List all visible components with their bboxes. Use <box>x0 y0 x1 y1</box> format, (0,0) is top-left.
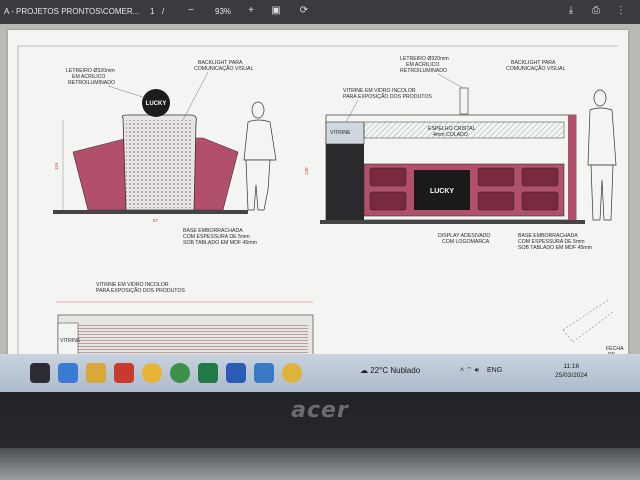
drawing-sheet: LUCKY 115 87 LETREIRO Ø320mm EM ACRILICO… <box>8 30 628 360</box>
page-separator: / <box>162 7 165 16</box>
network-icon[interactable]: ⌔ <box>466 367 473 374</box>
tray-chevron-icon[interactable]: ˄ <box>460 367 464 374</box>
document-title: A - PROJETOS PRONTOS\COMER... <box>4 7 140 16</box>
left-height-dim: 115 <box>54 162 59 170</box>
cloud-icon: ☁ <box>360 366 368 375</box>
right-base <box>320 220 585 224</box>
rotate-icon[interactable]: ⟳ <box>298 5 310 17</box>
right-elevation: VITRINE ESPELHO CRISTAL 4mm COLADO LUCKY… <box>304 56 617 251</box>
right-base-label-3: SOB TABLADO EM MDF 45mm <box>518 245 592 251</box>
chrome-icon[interactable] <box>142 363 162 383</box>
laptop-screen: A - PROJETOS PRONTOS\COMER... 1 / − 93% … <box>0 0 640 392</box>
zoom-in-icon[interactable]: + <box>245 5 257 17</box>
fit-page-icon[interactable]: ▣ <box>270 5 282 17</box>
task-view-icon[interactable] <box>30 363 50 383</box>
left-backlight-label-2: COMUNICAÇÃO VISUAL <box>194 65 253 72</box>
right-mirror-label-2: 4mm COLADO <box>433 132 468 138</box>
right-sign-label-3: RETROILUMINADO <box>400 68 447 74</box>
excel-icon[interactable] <box>198 363 218 383</box>
right-side-pillar <box>568 115 576 220</box>
left-base <box>53 210 248 214</box>
store-icon[interactable] <box>254 363 274 383</box>
right-display-label-2: COM LOGOMARCA <box>442 239 490 245</box>
bottom-plan: VITRINE EM VIDRO INCOLOR PARA EXPOSIÇÃO … <box>56 282 624 360</box>
right-sign-box <box>459 87 469 115</box>
zoom-out-icon[interactable]: − <box>185 5 197 17</box>
bottom-vitrine-text: VITRINE <box>60 338 81 344</box>
left-elevation: LUCKY 115 87 LETREIRO Ø320mm EM ACRILICO… <box>53 60 277 246</box>
volume-icon[interactable]: 🔊︎ <box>475 367 479 374</box>
left-base-label-3: SOB TABLADO EM MDF 45mm <box>183 240 257 246</box>
clock[interactable]: 11:16 25/03/2024 <box>555 362 588 380</box>
right-backlight-label-2: COMUNICAÇÃO VISUAL <box>506 65 565 72</box>
language-indicator[interactable]: ENG <box>487 367 502 374</box>
weather-widget[interactable]: ☁ 22°C Nublado <box>360 366 420 375</box>
print-icon[interactable]: ⎙ <box>590 5 602 17</box>
female-figure <box>243 101 277 211</box>
weather-text: Nublado <box>390 366 421 375</box>
weather-temp: 22°C <box>370 366 389 375</box>
zoom-level[interactable]: 93% <box>215 7 231 16</box>
laptop-body: A - PROJETOS PRONTOS\COMER... 1 / − 93% … <box>0 0 640 480</box>
male-figure <box>587 89 617 221</box>
more-options-icon[interactable]: ⋮ <box>615 5 627 17</box>
left-perforated-panel <box>126 120 192 208</box>
left-width-dim: 87 <box>153 218 159 223</box>
right-dark-cabinet <box>326 144 364 220</box>
chrome-alt-icon[interactable] <box>282 363 302 383</box>
right-logo-text: LUCKY <box>430 188 454 195</box>
word-icon[interactable] <box>226 363 246 383</box>
pdf-toolbar: A - PROJETOS PRONTOS\COMER... 1 / − 93% … <box>0 0 640 24</box>
floor-plan-drawing: LUCKY 115 87 LETREIRO Ø320mm EM ACRILICO… <box>17 45 624 360</box>
pdf-app-icon[interactable] <box>114 363 134 383</box>
door-swing <box>562 299 614 343</box>
system-tray: ˄ ⌔ 🔊︎ ENG <box>460 366 502 375</box>
clock-time: 11:16 <box>563 363 580 370</box>
windows-taskbar: ☁ 22°C Nublado ˄ ⌔ 🔊︎ ENG 11:16 25/03/20… <box>0 354 640 392</box>
right-height-dim: 130 <box>304 167 309 175</box>
laptop-brand-logo: acer <box>291 398 349 423</box>
download-icon[interactable]: ⤓ <box>565 5 577 17</box>
keyboard-deck <box>0 448 640 480</box>
right-vitrine-text: VITRINE <box>330 130 351 136</box>
left-sign-label-3: RETROILUMINADO <box>68 80 115 86</box>
edge-icon[interactable] <box>58 363 78 383</box>
document-canvas[interactable]: LUCKY 115 87 LETREIRO Ø320mm EM ACRILICO… <box>0 24 640 360</box>
left-logo-text: LUCKY <box>146 101 167 107</box>
bottom-vitrine-label-2: PARA EXPOSIÇÃO DOS PRODUTOS <box>96 287 185 294</box>
clock-date: 25/03/2024 <box>555 372 588 379</box>
file-explorer-icon[interactable] <box>86 363 106 383</box>
chrome-profile-icon[interactable] <box>170 363 190 383</box>
page-number[interactable]: 1 <box>150 7 154 16</box>
right-vitrine-label-2: PARA EXPOSIÇÃO DOS PRODUTOS <box>343 93 432 100</box>
